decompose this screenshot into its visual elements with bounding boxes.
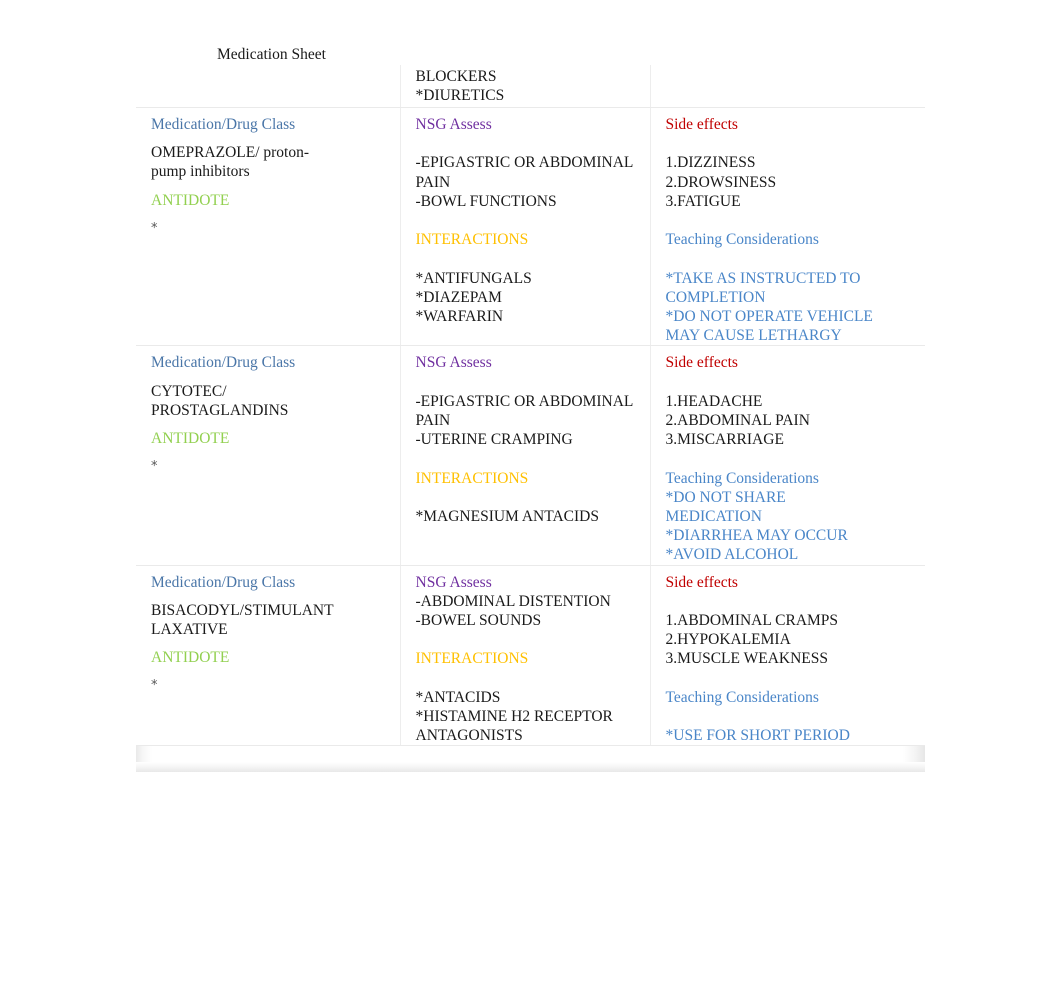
- value-drug-name-3: BISACODYL/STIMULANT LAXATIVE: [151, 601, 334, 638]
- label-nsg-assess-3: NSG Assess: [415, 573, 492, 591]
- label-nsg-assess-2: NSG Assess: [415, 354, 492, 372]
- table-row: Medication/Drug Class BISACODYL/STIMULAN…: [136, 565, 925, 747]
- label-teaching-considerations-3: Teaching Considerations: [665, 688, 819, 706]
- value-antidote-2: *: [151, 459, 158, 475]
- value-teaching-3: *USE FOR SHORT PERIOD: [665, 727, 850, 745]
- label-medication-drug-class-1: Medication/Drug Class: [151, 116, 296, 133]
- medication-table: BLOCKERS *DIURETICS Medication/Drug Clas…: [136, 65, 925, 747]
- medication-table-container: BLOCKERS *DIURETICS Medication/Drug Clas…: [136, 65, 925, 772]
- cell-medication-1: Medication/Drug Class OMEPRAZOLE/ proton…: [136, 107, 401, 347]
- label-teaching-considerations-2: Teaching Considerations: [665, 469, 819, 487]
- label-teaching-considerations-1: Teaching Considerations: [665, 231, 819, 249]
- value-assessments-2: -EPIGASTRIC OR ABDOMINAL PAIN -UTERINE C…: [415, 392, 634, 449]
- fragment-line-blockers: BLOCKERS: [415, 68, 497, 85]
- value-interactions-3: *ANTACIDS *HISTAMINE H2 RECEPTOR ANTAGON…: [415, 688, 613, 745]
- label-medication-drug-class-2: Medication/Drug Class: [151, 354, 296, 372]
- value-drug-name-2: CYTOTEC/ PROSTAGLANDINS: [151, 382, 289, 419]
- label-medication-drug-class-3: Medication/Drug Class: [151, 573, 296, 591]
- cell-side-effects-2: Side effects 1.HEADACHE 2.ABDOMINAL PAIN…: [650, 345, 925, 566]
- fragment-cell-drug: [136, 65, 401, 108]
- value-side-effects-3: 1.ABDOMINAL CRAMPS 2.HYPOKALEMIA 3.MUSCL…: [665, 611, 839, 668]
- value-teaching-1: *TAKE AS INSTRUCTED TO COMPLETION *DO NO…: [665, 269, 873, 345]
- cell-medication-3: Medication/Drug Class BISACODYL/STIMULAN…: [136, 565, 401, 747]
- value-interactions-2: *MAGNESIUM ANTACIDS: [415, 507, 599, 525]
- value-antidote-1: *: [151, 220, 158, 236]
- label-interactions-1: INTERACTIONS: [415, 231, 529, 249]
- value-assessments-3: -ABDOMINAL DISTENTION -BOWEL SOUNDS: [415, 592, 611, 629]
- label-side-effects-1: Side effects: [665, 116, 738, 133]
- value-side-effects-1: 1.DIZZINESS 2.DROWSINESS 3.FATIGUE: [665, 154, 777, 210]
- label-interactions-3: INTERACTIONS: [415, 650, 529, 668]
- fragment-cell-side-effects: [650, 65, 925, 108]
- cell-assessment-3: NSG Assess -ABDOMINAL DISTENTION -BOWEL …: [400, 565, 651, 747]
- page-title: Medication Sheet: [217, 46, 326, 63]
- label-side-effects-3: Side effects: [665, 573, 738, 591]
- value-antidote-3: *: [151, 678, 158, 694]
- fragment-line-diuretics: *DIURETICS: [415, 87, 505, 105]
- cell-assessment-2: NSG Assess -EPIGASTRIC OR ABDOMINAL PAIN…: [400, 345, 651, 566]
- table-bottom-edge-shadow: [136, 762, 925, 772]
- value-side-effects-2: 1.HEADACHE 2.ABDOMINAL PAIN 3.MISCARRIAG…: [665, 392, 810, 449]
- cell-medication-2: Medication/Drug Class CYTOTEC/ PROSTAGLA…: [136, 345, 401, 566]
- table-row: Medication/Drug Class CYTOTEC/ PROSTAGLA…: [136, 345, 925, 566]
- label-nsg-assess-1: NSG Assess: [415, 116, 492, 133]
- cell-side-effects-1: Side effects 1.DIZZINESS 2.DROWSINESS 3.…: [650, 107, 925, 347]
- value-assessments-1: -EPIGASTRIC OR ABDOMINAL PAIN -BOWL FUNC…: [415, 154, 634, 210]
- value-interactions-1: *ANTIFUNGALS *DIAZEPAM *WARFARIN: [415, 269, 532, 325]
- table-row-fragment: BLOCKERS *DIURETICS: [136, 65, 925, 108]
- cell-side-effects-3: Side effects 1.ABDOMINAL CRAMPS 2.HYPOKA…: [650, 565, 925, 747]
- label-antidote-2: ANTIDOTE: [151, 430, 230, 447]
- value-drug-name-1: OMEPRAZOLE/ proton- pump inhibitors: [151, 144, 310, 181]
- value-teaching-2: *DO NOT SHARE MEDICATION *DIARRHEA MAY O…: [665, 488, 848, 564]
- page-root: Medication Sheet BLOCKERS *DIURETICS Med…: [0, 0, 1062, 1006]
- cell-assessment-1: NSG Assess -EPIGASTRIC OR ABDOMINAL PAIN…: [400, 107, 651, 347]
- fragment-cell-assess: BLOCKERS *DIURETICS: [400, 65, 651, 108]
- label-side-effects-2: Side effects: [665, 354, 738, 372]
- table-row: Medication/Drug Class OMEPRAZOLE/ proton…: [136, 107, 925, 347]
- label-antidote-1: ANTIDOTE: [151, 191, 230, 209]
- label-antidote-3: ANTIDOTE: [151, 649, 230, 667]
- label-interactions-2: INTERACTIONS: [415, 469, 529, 487]
